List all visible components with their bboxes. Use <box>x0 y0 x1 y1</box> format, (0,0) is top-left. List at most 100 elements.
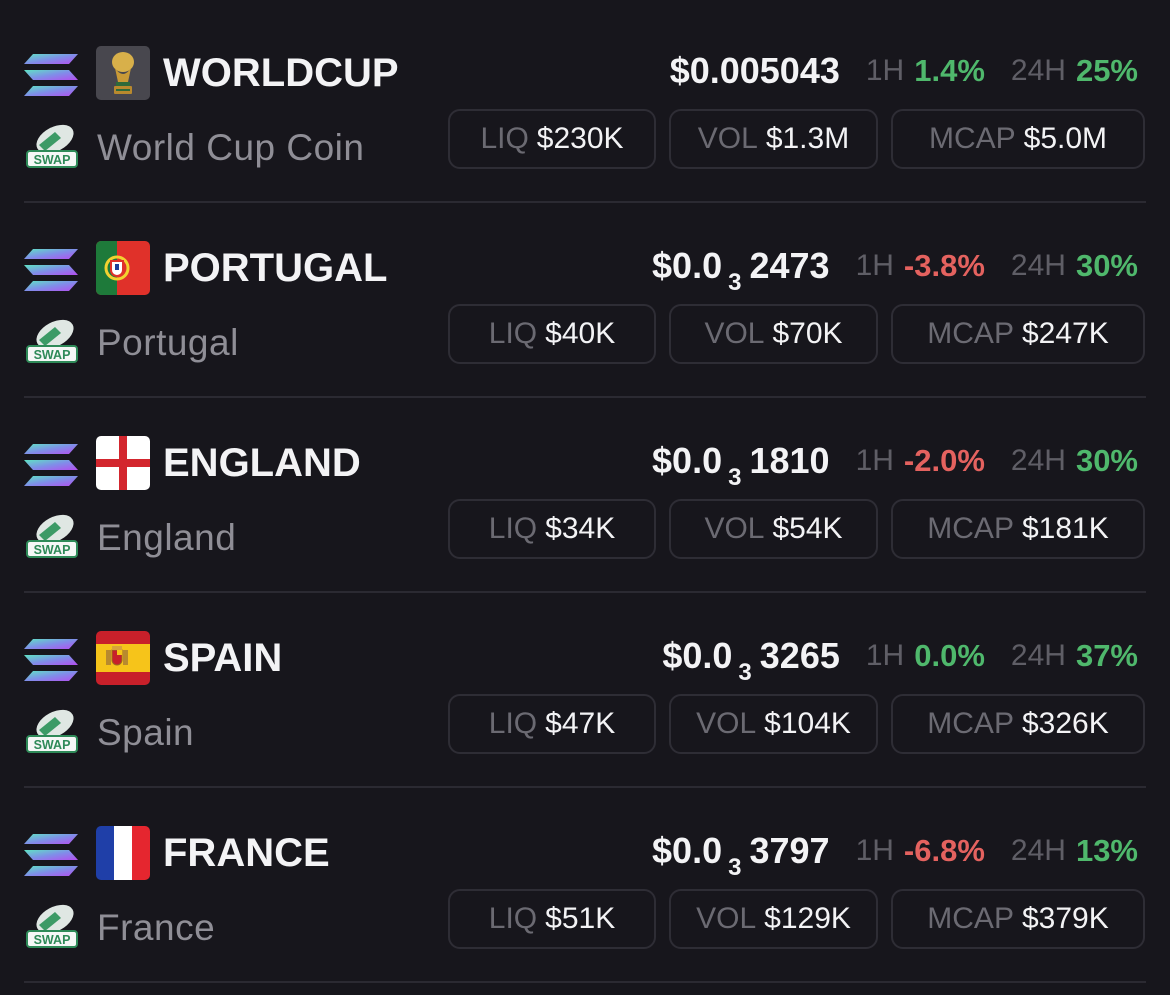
change-24h-label: 24H <box>1010 834 1066 867</box>
vol-label: VOL <box>696 902 757 935</box>
change-24h-label: 24H <box>1010 639 1066 672</box>
swap-badge-text: SWAP <box>34 738 71 752</box>
liq-value: $51K <box>545 902 616 935</box>
liquidity-pill[interactable]: LIQ $230K <box>448 109 656 169</box>
swap-icon[interactable]: SWAP <box>25 707 79 753</box>
swap-icon[interactable]: SWAP <box>25 902 79 948</box>
change-24h-label: 24H <box>1010 54 1066 87</box>
change-1h-value: 0.0% <box>914 638 985 673</box>
swap-badge-text: SWAP <box>34 348 71 362</box>
liq-value: $230K <box>536 122 624 155</box>
row-divider <box>24 981 1146 983</box>
price-zero-count: 3 <box>728 854 742 881</box>
mcap-value: $181K <box>1021 512 1109 545</box>
swap-badge-text: SWAP <box>34 543 71 557</box>
mcap-value: $326K <box>1021 707 1109 740</box>
vol-value: $1.3M <box>765 122 850 155</box>
change-1h-label: 1H <box>855 834 894 867</box>
price-zero-count: 3 <box>738 659 752 686</box>
solana-icon <box>24 444 78 486</box>
change-1h-value: -3.8% <box>903 248 985 283</box>
liq-label: LIQ <box>488 512 538 545</box>
volume-pill[interactable]: VOL $1.3M <box>669 109 878 169</box>
price-metrics: $0.0 3 2473 1H -3.8% 24H 30% <box>652 239 1138 296</box>
france-flag-icon <box>96 826 150 880</box>
volume-pill[interactable]: VOL $129K <box>669 889 878 949</box>
swap-icon[interactable]: SWAP <box>25 317 79 363</box>
mcap-value: $247K <box>1021 317 1109 350</box>
vol-value: $129K <box>764 902 851 935</box>
solana-icon <box>24 639 78 681</box>
swap-icon[interactable]: SWAP <box>25 512 79 558</box>
liq-label: LIQ <box>488 902 538 935</box>
token-row-france[interactable]: SWAP FRANCE France $0.0 3 3797 1H -6.8% 24… <box>0 780 1170 975</box>
england-flag-icon <box>96 436 150 490</box>
mcap-label: MCAP <box>927 317 1014 350</box>
solana-icon <box>24 249 78 291</box>
portugal-flag-icon <box>96 241 150 295</box>
liq-label: LIQ <box>480 122 529 155</box>
token-price: $0.0 3 1810 <box>652 440 830 491</box>
change-24h-label: 24H <box>1010 444 1066 477</box>
price-metrics: $0.0 3 3265 1H 0.0% 24H 37% <box>662 629 1138 686</box>
market-cap-pill[interactable]: MCAP $379K <box>891 889 1145 949</box>
token-price: $0.0 3 3797 <box>652 830 830 881</box>
change-24h-value: 30% <box>1075 248 1138 283</box>
change-24h-value: 25% <box>1075 53 1138 88</box>
token-symbol[interactable]: FRANCE <box>163 826 330 880</box>
market-cap-pill[interactable]: MCAP $5.0M <box>891 109 1145 169</box>
token-symbol[interactable]: SPAIN <box>163 631 282 685</box>
token-row-portugal[interactable]: SWAP PORTUGAL Portugal $0.0 3 2473 1H -3.8… <box>0 195 1170 390</box>
change-24h-value: 13% <box>1075 833 1138 868</box>
market-cap-pill[interactable]: MCAP $181K <box>891 499 1145 559</box>
solana-icon <box>24 54 78 96</box>
liquidity-pill[interactable]: LIQ $47K <box>448 694 656 754</box>
token-row-england[interactable]: SWAP ENGLAND England $0.0 3 1810 1H -2.0% … <box>0 390 1170 585</box>
spain-flag-icon <box>96 631 150 685</box>
token-symbol[interactable]: PORTUGAL <box>163 241 387 295</box>
token-price: $0.0 3 2473 <box>652 245 830 296</box>
change-1h-value: 1.4% <box>914 53 985 88</box>
volume-pill[interactable]: VOL $104K <box>669 694 878 754</box>
liquidity-pill[interactable]: LIQ $34K <box>448 499 656 559</box>
volume-pill[interactable]: VOL $70K <box>669 304 878 364</box>
change-24h-value: 37% <box>1075 638 1138 673</box>
liq-value: $40K <box>545 317 616 350</box>
liquidity-pill[interactable]: LIQ $40K <box>448 304 656 364</box>
trophy-icon <box>96 46 150 100</box>
swap-icon[interactable]: SWAP <box>25 122 79 168</box>
mcap-label: MCAP <box>928 122 1016 155</box>
liq-label: LIQ <box>488 317 538 350</box>
volume-pill[interactable]: VOL $54K <box>669 499 878 559</box>
price-metrics: $0.005043 1H 1.4% 24H 25% <box>670 44 1138 98</box>
change-24h-value: 30% <box>1075 443 1138 478</box>
token-name: France <box>97 907 216 948</box>
change-24h-label: 24H <box>1010 249 1066 282</box>
change-1h-value: -6.8% <box>903 833 985 868</box>
token-symbol[interactable]: WORLDCUP <box>163 46 399 100</box>
change-1h-label: 1H <box>865 54 905 87</box>
vol-label: VOL <box>704 512 765 545</box>
token-name: World Cup Coin <box>97 127 365 168</box>
token-price: $0.0 3 3265 <box>662 635 840 686</box>
mcap-value: $379K <box>1021 902 1109 935</box>
market-cap-pill[interactable]: MCAP $326K <box>891 694 1145 754</box>
token-name: Portugal <box>97 322 239 363</box>
liquidity-pill[interactable]: LIQ $51K <box>448 889 656 949</box>
vol-label: VOL <box>697 122 758 155</box>
token-symbol[interactable]: ENGLAND <box>163 436 361 490</box>
token-price: $0.005043 <box>669 50 840 91</box>
token-name: Spain <box>97 712 195 753</box>
token-row-worldcup[interactable]: SWAP WORLDCUP World Cup Coin $0.005043 1… <box>0 0 1170 195</box>
market-cap-pill[interactable]: MCAP $247K <box>891 304 1145 364</box>
liq-label: LIQ <box>488 707 538 740</box>
token-row-spain[interactable]: SWAP SPAIN Spain $0.0 3 3265 1H 0.0% 24H 3… <box>0 585 1170 780</box>
token-name: England <box>97 517 237 558</box>
liq-value: $47K <box>545 707 616 740</box>
price-zero-count: 3 <box>728 269 742 296</box>
swap-badge-text: SWAP <box>34 933 71 947</box>
vol-label: VOL <box>704 317 765 350</box>
change-1h-label: 1H <box>855 249 894 282</box>
price-zero-count: 3 <box>728 464 742 491</box>
price-metrics: $0.0 3 3797 1H -6.8% 24H 13% <box>652 824 1138 881</box>
